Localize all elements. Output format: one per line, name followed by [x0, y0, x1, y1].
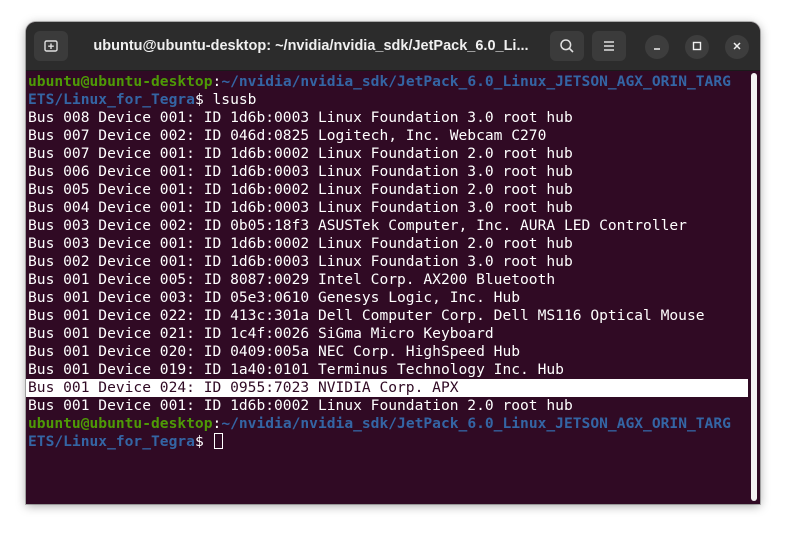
search-button[interactable]	[550, 31, 584, 61]
output-line: Bus 001 Device 003: ID 05e3:0610 Genesys…	[28, 289, 521, 306]
title-bar: ubuntu@ubuntu-desktop: ~/nvidia/nvidia_s…	[26, 22, 760, 71]
output-line: Bus 001 Device 021: ID 1c4f:0026 SiGma M…	[28, 325, 494, 342]
prompt-path-continued: ETS/Linux_for_Tegra	[28, 91, 195, 108]
minimize-button[interactable]	[645, 35, 669, 59]
prompt-line-continued: ETS/Linux_for_Tegra$ lsusb	[28, 91, 256, 109]
prompt-path: ~/nvidia/nvidia_sdk/JetPack_6.0_Linux_JE…	[221, 415, 731, 432]
output-line: Bus 006 Device 001: ID 1d6b:0003 Linux F…	[28, 163, 573, 180]
close-button[interactable]	[725, 35, 749, 59]
output-line: Bus 008 Device 001: ID 1d6b:0003 Linux F…	[28, 109, 573, 126]
scrollbar[interactable]	[751, 73, 757, 501]
prompt-line-continued: ETS/Linux_for_Tegra$	[28, 433, 223, 451]
hamburger-menu-icon	[601, 38, 617, 54]
prompt-line: ubuntu@ubuntu-desktop:~/nvidia/nvidia_sd…	[28, 73, 731, 91]
output-line: Bus 003 Device 002: ID 0b05:18f3 ASUSTek…	[28, 217, 687, 234]
prompt-separator: :	[212, 415, 222, 432]
prompt-user-host: ubuntu@ubuntu-desktop	[28, 415, 213, 432]
output-line: Bus 002 Device 001: ID 1d6b:0003 Linux F…	[28, 253, 573, 270]
prompt-line: ubuntu@ubuntu-desktop:~/nvidia/nvidia_sd…	[28, 415, 731, 433]
new-tab-button[interactable]	[34, 31, 68, 61]
output-line: Bus 001 Device 019: ID 1a40:0101 Terminu…	[28, 361, 564, 378]
close-icon	[732, 38, 742, 56]
output-line: Bus 005 Device 001: ID 1d6b:0002 Linux F…	[28, 181, 573, 198]
search-icon	[559, 38, 575, 54]
output-line: Bus 001 Device 001: ID 1d6b:0002 Linux F…	[28, 397, 573, 414]
command-text: lsusb	[212, 91, 257, 108]
output-line: Bus 004 Device 001: ID 1d6b:0003 Linux F…	[28, 199, 573, 216]
prompt-symbol: $	[194, 433, 213, 450]
minimize-icon	[652, 38, 662, 56]
prompt-user-host: ubuntu@ubuntu-desktop	[28, 73, 213, 90]
output-line: Bus 001 Device 005: ID 8087:0029 Intel C…	[28, 271, 556, 288]
output-line: Bus 007 Device 001: ID 1d6b:0002 Linux F…	[28, 145, 573, 162]
output-line: Bus 001 Device 022: ID 413c:301a Dell Co…	[28, 307, 705, 324]
prompt-path-continued: ETS/Linux_for_Tegra	[28, 433, 195, 450]
maximize-icon	[692, 38, 702, 56]
window-title: ubuntu@ubuntu-desktop: ~/nvidia/nvidia_s…	[93, 38, 529, 54]
new-tab-icon	[43, 38, 59, 54]
prompt-path: ~/nvidia/nvidia_sdk/JetPack_6.0_Linux_JE…	[221, 73, 731, 90]
output-line: Bus 001 Device 020: ID 0409:005a NEC Cor…	[28, 343, 521, 360]
terminal-output[interactable]: ubuntu@ubuntu-desktop:~/nvidia/nvidia_sd…	[26, 71, 748, 504]
selected-output-line[interactable]: Bus 001 Device 024: ID 0955:7023 NVIDIA …	[26, 379, 748, 397]
prompt-symbol: $	[194, 91, 213, 108]
output-line: Bus 003 Device 001: ID 1d6b:0002 Linux F…	[28, 235, 573, 252]
output-line: Bus 007 Device 002: ID 046d:0825 Logitec…	[28, 127, 547, 144]
text-cursor	[213, 433, 223, 449]
terminal-window: ubuntu@ubuntu-desktop: ~/nvidia/nvidia_s…	[26, 22, 760, 504]
prompt-separator: :	[212, 73, 222, 90]
maximize-button[interactable]	[685, 35, 709, 59]
menu-button[interactable]	[592, 31, 626, 61]
